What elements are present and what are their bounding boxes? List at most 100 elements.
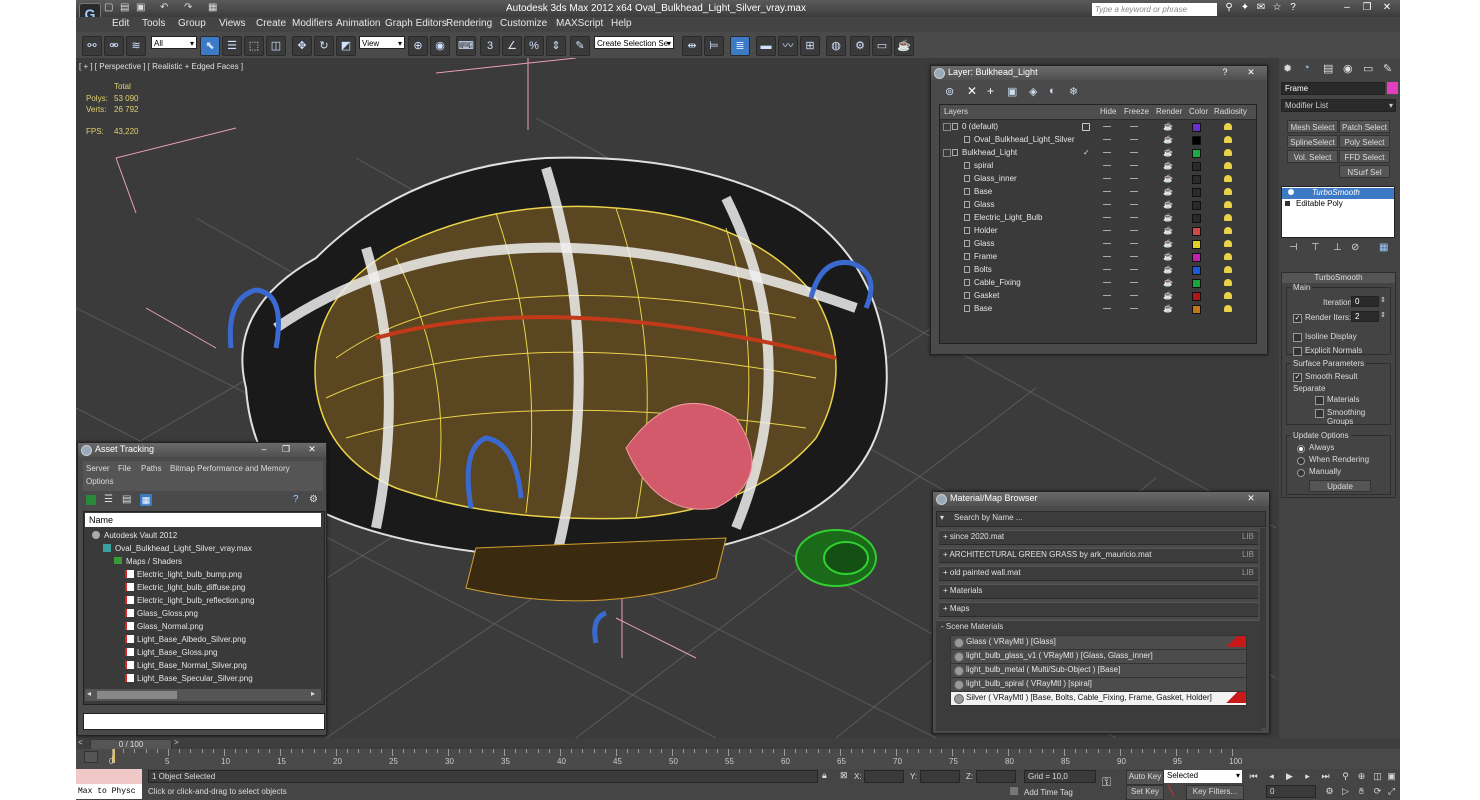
project-folder-icon[interactable]: ▦ [208, 2, 217, 13]
freeze-toggle[interactable] [1130, 152, 1138, 153]
freeze-toggle[interactable] [1130, 256, 1138, 257]
save-file-icon[interactable]: ▣ [136, 2, 145, 13]
render-teapot-icon[interactable]: ☕ [1163, 250, 1173, 263]
layer-name[interactable]: Bulkhead_Light [962, 146, 1017, 159]
stack-item-turbosmooth[interactable]: TurboSmooth [1282, 188, 1394, 199]
layer-row[interactable]: spiral ☕ [940, 159, 1256, 172]
angle-snap-icon[interactable]: ∠ [502, 36, 522, 56]
render-teapot-icon[interactable]: ☕ [1163, 289, 1173, 302]
key-mode-icon[interactable]: ⚿ [1102, 775, 1111, 790]
menu-edit[interactable]: Edit [112, 18, 129, 29]
hide-toggle[interactable] [1103, 204, 1111, 205]
freeze-toggle[interactable] [1130, 295, 1138, 296]
y-coord-field[interactable] [920, 770, 960, 783]
select-manipulate-icon[interactable]: ◉ [430, 36, 450, 56]
layer-window-titlebar[interactable]: Layer: Bulkhead_Light ? ✕ [931, 66, 1267, 80]
menu-customize[interactable]: Customize [500, 18, 547, 29]
render-iters-checkbox[interactable]: ✓ [1293, 314, 1302, 323]
menu-graph-editors[interactable]: Graph Editors [385, 18, 447, 29]
layer-row[interactable]: Glass ☕ [940, 237, 1256, 250]
layer-name[interactable]: Electric_Light_Bulb [974, 211, 1042, 224]
display-tab-icon[interactable]: ▭ [1363, 62, 1373, 75]
manually-radio[interactable] [1297, 469, 1305, 477]
go-to-start-icon[interactable]: ⏮ [1248, 771, 1259, 782]
material-library-group[interactable]: + since 2020.mat LIB [939, 530, 1258, 545]
modify-tab-icon[interactable]: ◔ [1303, 62, 1310, 74]
render-teapot-icon[interactable]: ☕ [1163, 159, 1173, 172]
active-layer-icon[interactable] [1082, 123, 1090, 131]
render-teapot-icon[interactable]: ☕ [1163, 263, 1173, 276]
lightbulb-icon[interactable] [1288, 189, 1294, 195]
render-teapot-icon[interactable]: ☕ [1163, 198, 1173, 211]
layer-color-swatch[interactable] [1192, 240, 1201, 249]
pin-stack-icon[interactable]: ⊣ [1289, 242, 1298, 253]
render-teapot-icon[interactable]: ☕ [1163, 302, 1173, 315]
render-teapot-icon[interactable]: ☕ [1163, 120, 1173, 133]
layer-color-swatch[interactable] [1192, 227, 1201, 236]
freeze-toggle[interactable] [1130, 217, 1138, 218]
poly-select-button[interactable]: Poly Select [1339, 135, 1390, 148]
layer-name[interactable]: Glass [974, 237, 994, 250]
asset-row[interactable]: Light_Base_Gloss.png [125, 646, 320, 659]
menu-bitmap-performance[interactable]: Bitmap Performance and Memory [170, 464, 290, 473]
radiosity-bulb-icon[interactable] [1224, 253, 1232, 260]
radiosity-bulb-icon[interactable] [1224, 188, 1232, 195]
motion-tab-icon[interactable]: ◉ [1343, 62, 1353, 75]
menu-maxscript[interactable]: MAXScript [556, 18, 603, 29]
asset-row[interactable]: Glass_Gloss.png [125, 607, 320, 620]
patch-select-button[interactable]: Patch Select [1339, 120, 1390, 133]
unlink-icon[interactable]: ⚮ [104, 36, 124, 56]
link-icon[interactable]: ⚯ [82, 36, 102, 56]
layer-color-swatch[interactable] [1192, 136, 1201, 145]
isoline-display-checkbox[interactable] [1293, 333, 1302, 342]
layer-row[interactable]: Frame ☕ [940, 250, 1256, 263]
list-view-icon[interactable]: ☰ [104, 494, 113, 505]
previous-frame-icon[interactable]: ◂ [1266, 771, 1277, 782]
spinner-snap-icon[interactable]: ⇕ [546, 36, 566, 56]
help-icon[interactable]: ? [293, 494, 299, 505]
asset-row[interactable]: Oval_Bulkhead_Light_Silver_vray.max [103, 542, 320, 555]
asset-row[interactable]: Electric_light_bulb_diffuse.png [125, 581, 320, 594]
hide-toggle[interactable] [1103, 269, 1111, 270]
prev-frame-icon[interactable]: < [78, 738, 83, 747]
layer-name[interactable]: spiral [974, 159, 993, 172]
remove-modifier-icon[interactable]: ⊘ [1351, 242, 1359, 253]
radiosity-bulb-icon[interactable] [1224, 240, 1232, 247]
maximize-viewport-icon[interactable]: ⤢ [1386, 786, 1397, 797]
scale-icon[interactable]: ◩ [336, 36, 356, 56]
schematic-view-icon[interactable]: ⊞ [800, 36, 820, 56]
layer-color-swatch[interactable] [1192, 149, 1201, 158]
render-iters-spinner[interactable]: ⇕ [1380, 311, 1386, 319]
layer-manager-icon[interactable]: ≣ [730, 36, 750, 56]
curve-editor-icon[interactable]: 〰 [778, 36, 798, 56]
maxscript-listener-output[interactable] [76, 769, 142, 784]
hierarchy-tab-icon[interactable]: ▤ [1323, 62, 1333, 75]
material-library-group[interactable]: + old painted wall.mat LIB [939, 566, 1258, 581]
align-icon[interactable]: ⊨ [704, 36, 724, 56]
scene-material-item[interactable]: light_bulb_metal ( Multi/Sub-Object ) [B… [950, 663, 1247, 678]
layer-color-swatch[interactable] [1192, 279, 1201, 288]
select-object-icon[interactable]: ⬉ [200, 36, 220, 56]
add-to-layer-icon[interactable]: + [987, 84, 994, 98]
asset-row[interactable]: Maps / Shaders [114, 555, 320, 568]
layer-name[interactable]: Base [974, 302, 992, 315]
layer-row[interactable]: Oval_Bulkhead_Light_Silver ☕ [940, 133, 1256, 146]
layer-name[interactable]: Glass_inner [974, 172, 1017, 185]
render-teapot-icon[interactable]: ☕ [1163, 185, 1173, 198]
restore-button[interactable]: ❐ [280, 444, 292, 455]
current-frame-field[interactable]: 0 [1266, 785, 1316, 798]
help-search-input[interactable]: Type a keyword or phrase [1092, 3, 1217, 16]
scene-material-item[interactable]: Silver ( VRayMtl ) [Base, Bolts, Cable_F… [950, 691, 1247, 706]
hide-toggle[interactable] [1103, 217, 1111, 218]
layer-row[interactable]: Cable_Fixing ☕ [940, 276, 1256, 289]
help-button[interactable]: ? [1219, 67, 1231, 78]
restore-button[interactable]: ❐ [1360, 2, 1374, 14]
pivot-center-icon[interactable]: ⊕ [408, 36, 428, 56]
freeze-toggle[interactable] [1130, 204, 1138, 205]
select-highlighted-icon[interactable]: ▣ [1007, 85, 1017, 98]
close-button[interactable]: ✕ [306, 444, 318, 455]
edit-named-selection-icon[interactable]: ✎ [570, 36, 590, 56]
layer-row[interactable]: Gasket ☕ [940, 289, 1256, 302]
layer-name[interactable]: Base [974, 185, 992, 198]
configure-modifier-sets-icon[interactable]: ▦ [1379, 242, 1388, 253]
